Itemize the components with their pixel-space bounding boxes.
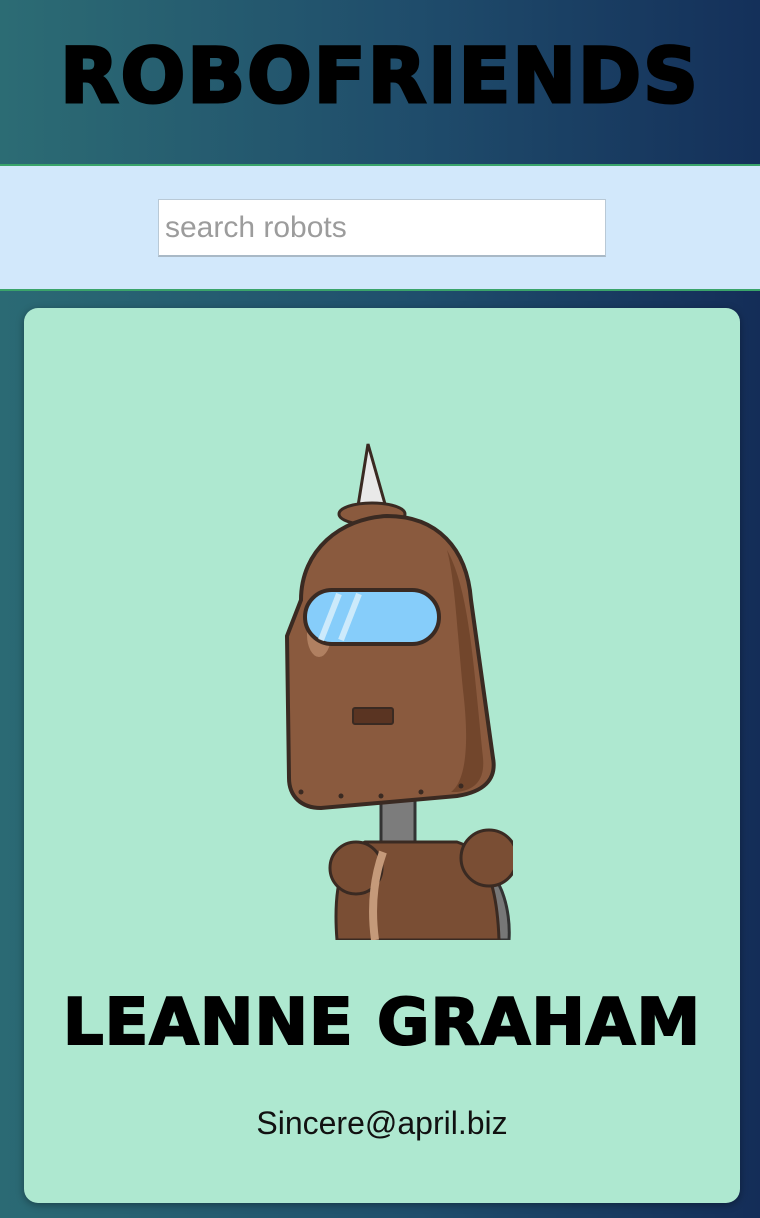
robot-name: LEANNE GRAHAM: [62, 985, 702, 1061]
right-shoulder: [459, 828, 513, 888]
search-input[interactable]: [158, 199, 606, 257]
search-bar: [0, 166, 760, 291]
antenna-spike: [356, 443, 387, 508]
app-title: ROBOFRIENDS: [59, 30, 700, 122]
app-header: ROBOFRIENDS: [0, 0, 760, 166]
robot-avatar-image: [284, 443, 513, 940]
robot-card[interactable]: LEANNE GRAHAM Sincere@april.biz: [24, 308, 740, 1203]
robot-mouth: [352, 707, 394, 725]
robot-email: Sincere@april.biz: [256, 1105, 508, 1141]
